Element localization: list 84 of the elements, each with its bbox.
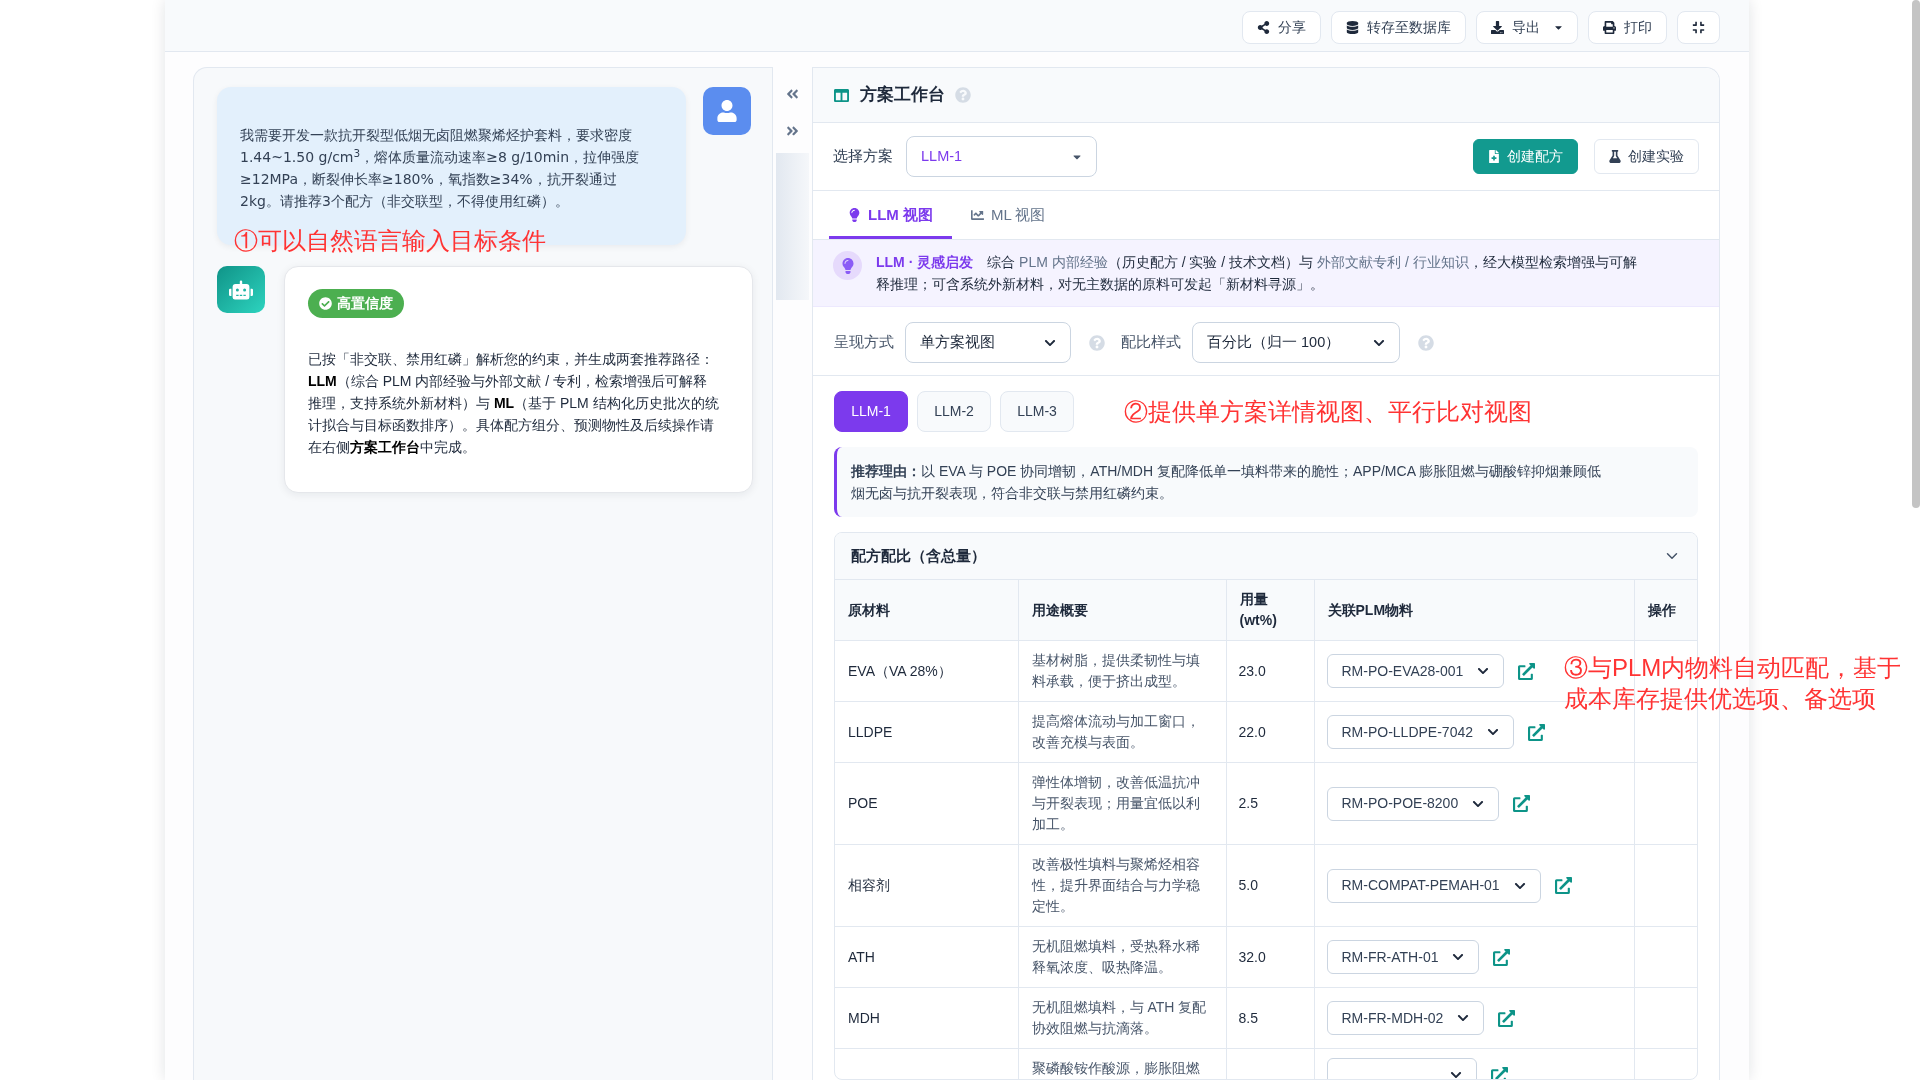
column-header: 用途概要 [1018,579,1226,641]
chevron-down-icon [1477,665,1490,677]
banner-text: LLM · 灵感启发 综合 PLM 内部经验（历史配方 / 实验 / 技术文档）与 外部文献专利 / 行业知识，经大模型检索增强与可解释推理；可含系统外新材料，对无主数据的原料可发起「新材料寻源」。 [876,253,1638,294]
lightbulb-icon [848,208,861,222]
column-header: 原材料 [835,579,1018,641]
field-label: 选择方案 [833,146,893,166]
print-button[interactable]: 打印 [1588,11,1667,44]
plan-pill[interactable]: LLM-2 [917,391,991,432]
material-name: ATH [835,926,1018,988]
database-icon [1346,21,1359,34]
download-icon [1491,21,1504,34]
panel-title: 方案工作台 [860,84,945,107]
file-plus-icon [1488,150,1500,163]
field-label: 配比样式 [1121,332,1181,352]
annotation-text: ①可以自然语言输入目标条件 [234,226,546,256]
reason-text: 推荐理由：以 EVA 与 POE 协同增韧，ATH/MDH 复配降低单一填料带来的脆性；APP/MCA 膨胀阻燃与硼酸锌抑烟兼顾低烟无卤与抗开裂表现，符合非交联与禁用红磷约束。 [851,462,1603,503]
external-link-icon[interactable] [1513,795,1531,812]
material-name: MDH [835,987,1018,1049]
external-link-icon[interactable] [1554,877,1572,894]
user-avatar-icon [703,87,751,135]
share-button[interactable]: 分享 [1242,11,1321,44]
compress-icon [1692,21,1705,34]
external-link-icon[interactable] [1518,662,1536,680]
view-tab[interactable]: ML 视图 [952,191,1065,239]
save-to-database-button[interactable]: 转存至数据库 [1331,11,1466,44]
double-chevron-right-icon[interactable] [786,124,799,138]
plan-pill[interactable]: LLM-3 [1000,391,1074,432]
usage-summary: 提高熔体流动与加工窗口，改善充模与表面。 [1018,701,1226,763]
usage-summary: 基材树脂，提供柔韧性与填料承载，便于挤出成型。 [1018,640,1226,702]
share-icon [1257,21,1270,34]
message-text: 我需要开发一款抗开裂型低烟无卤阻燃聚烯烃护套料，要求密度1.44~1.50 g/cm$^{3}$，熔体质量流动速率≥8 g/10min，拉伸强度≥12MPa，断裂伸长率≥180%，氧指数≥34%，抗开裂通过2kg。请推荐3个配方（非交联型，不得使用红磷）。 [240,126,641,211]
amount-value: 23.0 [1226,640,1314,702]
double-chevron-left-icon[interactable] [786,87,799,101]
chevron-down-icon [1457,1012,1470,1024]
plan-pill[interactable]: LLM-1 [834,391,908,432]
usage-summary: 改善极性填料与聚烯烃相容性，提升界面结合与力学稳定性。 [1018,844,1226,927]
scrollbar-thumb[interactable] [1912,0,1920,508]
amount-value: 32.0 [1226,926,1314,988]
field-label: 呈现方式 [834,332,894,352]
printer-icon [1603,21,1616,34]
option-select[interactable]: 百分比（归一 100） [1192,322,1400,363]
column-header: 用量 (wt%) [1226,579,1314,641]
card-header[interactable]: 配方配比（含总量） [835,533,1697,579]
column-header: 操作 [1634,579,1697,641]
plm-material-select[interactable]: RM-COMPAT-PEMAH-01 [1326,868,1541,903]
material-name: POE [835,762,1018,845]
option-select[interactable]: 单方案视图 [905,322,1071,363]
annotation-text: ②提供单方案详情视图、平行比对视图 [1124,396,1532,427]
compress-button[interactable] [1677,11,1720,44]
columns-icon [833,87,850,103]
plm-material-select[interactable]: RM-PO-EVA28-001 [1326,654,1505,688]
export-button[interactable]: 导出 [1476,11,1578,44]
chevron-down-icon [1452,951,1465,963]
external-link-icon[interactable] [1528,723,1545,741]
external-link-icon[interactable] [1490,1066,1508,1079]
create-experiment-button[interactable]: 创建实验 [1594,139,1699,174]
usage-summary: 聚磷酸铵作酸源，膨胀阻燃 [1018,1048,1226,1079]
external-link-icon[interactable] [1493,948,1511,966]
material-name: 相容剂 [835,844,1018,927]
usage-summary: 无机阻燃填料，受热释水稀释氧浓度、吸热降温。 [1018,926,1226,988]
chevron-down-icon [1449,1069,1462,1079]
plm-material-select[interactable]: RM-FR-ATH-01 [1326,940,1480,974]
confidence-badge: 高置信度 [308,289,404,318]
amount-value: 8.5 [1226,987,1314,1049]
amount-value: 5.0 [1226,844,1314,927]
robot-avatar-icon [217,266,265,313]
usage-summary: 无机阻燃填料，与 ATH 复配协效阻燃与抗滴落。 [1018,987,1226,1049]
usage-summary: 弹性体增韧，改善低温抗冲与开裂表现；用量宜低以利加工。 [1018,762,1226,845]
plm-material-select[interactable]: RM-PO-LLDPE-7042 [1326,715,1514,749]
flask-icon [1609,150,1621,163]
plan-select[interactable]: LLM-1 [906,136,1097,177]
annotation-text: ③与PLM内物料自动匹配，基于成本库存提供优选项、备选项 [1564,653,1903,714]
line-chart-icon [971,208,984,222]
material-name: LLDPE [835,701,1018,763]
chevron-down-icon [1487,726,1499,738]
plm-material-select[interactable]: RM-FR-MDH-02 [1326,1001,1485,1035]
lightbulb-icon [833,251,862,280]
amount-value: 22.0 [1226,701,1314,763]
plm-material-select[interactable]: RM-PO-POE-8200 [1326,786,1500,821]
column-header: 关联PLM物料 [1314,579,1634,641]
amount-value: 2.5 [1226,762,1314,845]
external-link-icon[interactable] [1498,1009,1516,1027]
message-text: 已按「非交联、禁用红磷」解析您的约束，并生成两套推荐路径：LLM（综合 PLM 内部经验与外部文献 / 专利，检索增强后可解释推理，支持系统外新材料）与 ML（基于 PLM 结构化历史批次的统计拟合与目标函数排序）。具体配方组分、预测物性及后续操作请在右侧方案工作台中完成。 [308,350,719,457]
material-name: EVA（VA 28%） [835,640,1018,702]
